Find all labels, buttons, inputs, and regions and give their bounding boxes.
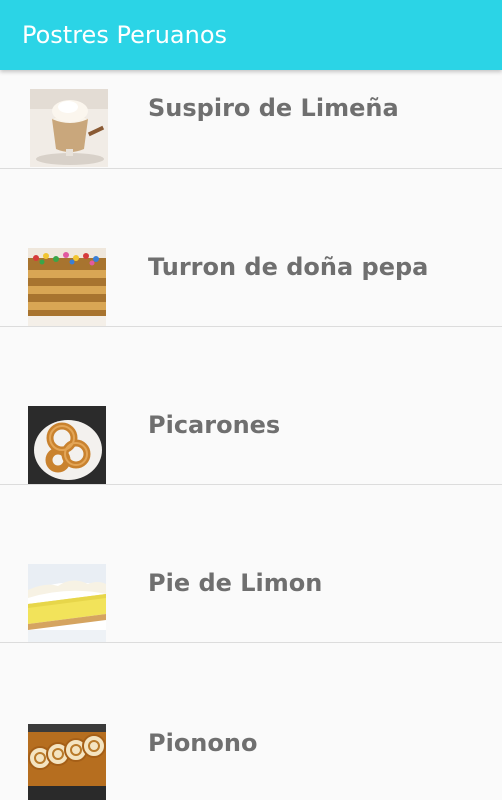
turron-dessert-photo bbox=[28, 248, 106, 326]
picarones-dessert-photo bbox=[28, 406, 106, 484]
list-item-suspiro[interactable]: Suspiro de Limeña bbox=[0, 70, 502, 169]
list-item-label: Pionono bbox=[148, 729, 258, 757]
dessert-list[interactable]: Suspiro de Limeña Turron de doña pepa Pi… bbox=[0, 70, 502, 800]
list-item-label: Pie de Limon bbox=[148, 569, 323, 597]
list-item-label: Turron de doña pepa bbox=[148, 253, 429, 281]
lemon-pie-dessert-photo bbox=[28, 564, 106, 642]
app-bar: Postres Peruanos bbox=[0, 0, 502, 70]
list-item-turron[interactable]: Turron de doña pepa bbox=[0, 169, 502, 327]
list-item-pie-de-limon[interactable]: Pie de Limon bbox=[0, 485, 502, 643]
list-item-label: Suspiro de Limeña bbox=[148, 94, 399, 122]
list-item-pionono[interactable]: Pionono bbox=[0, 643, 502, 800]
list-item-label: Picarones bbox=[148, 411, 281, 439]
pionono-dessert-photo bbox=[28, 724, 106, 800]
suspiro-dessert-photo bbox=[30, 89, 108, 167]
list-item-picarones[interactable]: Picarones bbox=[0, 327, 502, 485]
app-title: Postres Peruanos bbox=[22, 21, 228, 49]
